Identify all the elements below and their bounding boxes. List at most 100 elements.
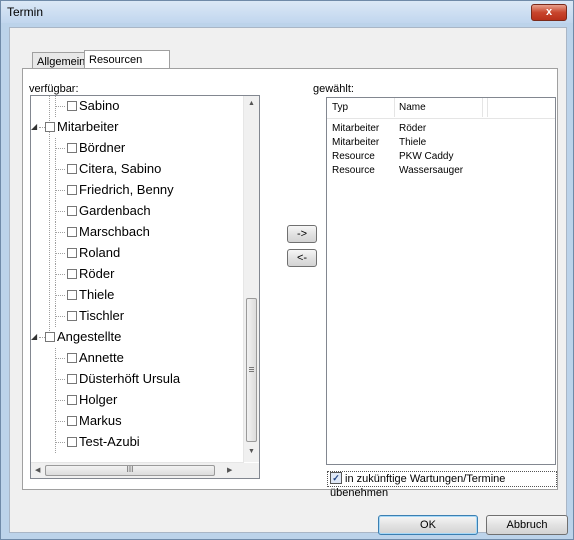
available-tree[interactable]: Sabino ◢ Mitarbeiter Bördner Citera, Sabino F…	[30, 95, 260, 479]
tree-item-label: Holger	[79, 392, 118, 407]
grip-line	[249, 367, 254, 368]
apply-future-checkbox[interactable]: ✓ in zukünftige Wartungen/Termine übenehm…	[327, 471, 557, 499]
scroll-up-icon[interactable]: ▲	[248, 100, 255, 107]
checkbox-icon[interactable]	[67, 100, 77, 111]
tree-line	[55, 390, 56, 411]
tree-item[interactable]: Annette	[67, 348, 124, 368]
tree-item-label: Tischler	[79, 308, 125, 323]
checkbox-icon[interactable]	[67, 394, 77, 405]
tree-item-label: Friedrich, Benny	[79, 182, 174, 197]
tree-item[interactable]: Tischler	[67, 306, 124, 326]
tree-line	[55, 432, 56, 453]
close-icon: x	[545, 6, 553, 18]
tree-horizontal-scrollbar[interactable]: ◀ III ▶	[31, 462, 244, 478]
checkbox-icon[interactable]	[67, 268, 77, 279]
tree-line	[55, 148, 65, 149]
tree-item[interactable]: Holger	[67, 390, 117, 410]
tree-line	[55, 369, 56, 390]
tree-line	[55, 180, 56, 201]
checkbox-icon[interactable]	[67, 226, 77, 237]
scroll-right-icon[interactable]: ▶	[227, 466, 232, 474]
column-header-name[interactable]: Name	[394, 98, 483, 117]
cell-name: Röder	[399, 123, 427, 134]
cell-name: Wassersauger	[399, 165, 464, 176]
tree-vertical-scrollbar[interactable]: ▲ ▼	[243, 96, 259, 462]
scroll-down-icon[interactable]: ▼	[248, 448, 255, 455]
tree-group[interactable]: Angestellte	[45, 327, 121, 347]
tab-resourcen[interactable]: Resourcen	[84, 50, 170, 70]
tree-item[interactable]: Bördner	[67, 138, 125, 158]
tree-item[interactable]: Markus	[67, 411, 122, 431]
tree-line	[55, 274, 65, 275]
checkbox-icon[interactable]	[67, 373, 77, 384]
column-header-typ[interactable]: Typ	[327, 98, 395, 117]
tree-line	[55, 201, 56, 222]
checkbox-icon[interactable]	[67, 184, 77, 195]
tree-line	[55, 379, 65, 380]
checkbox-icon[interactable]	[67, 247, 77, 258]
tree-item[interactable]: Düsterhöft Ursula	[67, 369, 180, 389]
tree-line	[55, 253, 65, 254]
tree-line	[55, 264, 56, 285]
tree-item[interactable]: Roland	[67, 243, 120, 263]
tree-item-label: Marschbach	[79, 224, 150, 239]
scroll-corner	[244, 463, 259, 478]
checkbox-icon[interactable]	[67, 163, 77, 174]
checkbox-check-icon[interactable]: ✓	[330, 472, 342, 485]
checkbox-icon[interactable]	[67, 289, 77, 300]
tree-line	[55, 295, 65, 296]
tree-line	[55, 316, 65, 317]
ok-button[interactable]: OK	[378, 515, 478, 535]
tree-item-label: Düsterhöft Ursula	[79, 371, 181, 386]
column-header-spacer	[482, 98, 488, 117]
tree-line	[55, 211, 65, 212]
close-button[interactable]: x	[531, 4, 567, 21]
list-header: Typ Name	[327, 98, 555, 119]
tree-line	[55, 159, 56, 180]
tree-item-label: Roland	[79, 245, 121, 260]
list-item[interactable]: Mitarbeiter Röder	[327, 122, 555, 136]
tree-line	[55, 106, 65, 107]
tree-item-label: Bördner	[79, 140, 126, 155]
checkbox-icon[interactable]	[45, 121, 55, 132]
tree-line	[55, 222, 56, 243]
checkbox-icon[interactable]	[67, 310, 77, 321]
checkbox-icon[interactable]	[67, 205, 77, 216]
collapse-icon[interactable]: ◢	[31, 327, 37, 347]
scroll-left-icon[interactable]: ◀	[35, 466, 40, 474]
tree-item[interactable]: Test-Azubi	[67, 432, 140, 452]
list-item[interactable]: Resource PKW Caddy	[327, 150, 555, 164]
tree-hscroll-thumb[interactable]: III	[45, 465, 215, 476]
checkbox-icon[interactable]	[45, 331, 55, 342]
tree-item-label: Röder	[79, 266, 115, 281]
tree-item[interactable]: Sabino	[67, 96, 119, 116]
checkbox-icon[interactable]	[67, 352, 77, 363]
cell-name: Thiele	[399, 137, 427, 148]
tree-item[interactable]: Thiele	[67, 285, 114, 305]
add-button[interactable]: ->	[287, 225, 317, 243]
selected-list[interactable]: Typ Name Mitarbeiter Röder Mitarbeiter Thie…	[326, 97, 556, 465]
remove-button[interactable]: <-	[287, 249, 317, 267]
checkbox-icon[interactable]	[67, 436, 77, 447]
tree-item[interactable]: Gardenbach	[67, 201, 151, 221]
cell-typ: Mitarbeiter	[332, 123, 380, 134]
tree-item[interactable]: Friedrich, Benny	[67, 180, 174, 200]
tree-line	[55, 306, 56, 327]
list-item[interactable]: Resource Wassersauger	[327, 164, 555, 178]
tree-group[interactable]: Mitarbeiter	[45, 117, 118, 137]
tree-line	[55, 285, 56, 306]
cell-typ: Resource	[332, 165, 375, 176]
cell-typ: Resource	[332, 151, 375, 162]
checkbox-icon[interactable]	[67, 142, 77, 153]
tree-scroll-thumb[interactable]	[246, 298, 257, 442]
tree-item[interactable]: Röder	[67, 264, 114, 284]
list-item[interactable]: Mitarbeiter Thiele	[327, 136, 555, 150]
cancel-button[interactable]: Abbruch	[486, 515, 568, 535]
tree-item[interactable]: Marschbach	[67, 222, 150, 242]
cell-typ: Mitarbeiter	[332, 137, 380, 148]
tree-line	[55, 96, 56, 117]
tree-line	[55, 232, 65, 233]
tree-item[interactable]: Citera, Sabino	[67, 159, 161, 179]
collapse-icon[interactable]: ◢	[31, 117, 37, 137]
checkbox-icon[interactable]	[67, 415, 77, 426]
